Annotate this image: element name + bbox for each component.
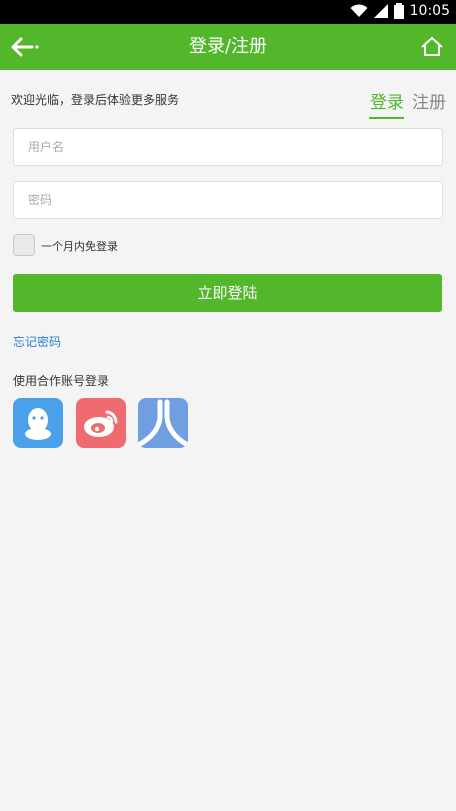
remember-label: 一个月内免登录 [41, 240, 118, 253]
page-title: 登录/注册 [188, 36, 268, 57]
renren-login-button[interactable] [138, 398, 188, 448]
battery-icon [393, 3, 404, 19]
weibo-login-button[interactable] [76, 398, 126, 448]
status-right: 10:05 [350, 3, 450, 19]
status-bar: 10:05 [0, 0, 456, 24]
home-icon[interactable] [420, 35, 444, 59]
tab-login[interactable]: 登录 [370, 88, 404, 113]
app-bar: 登录/注册 [0, 24, 456, 70]
qq-login-button[interactable] [13, 398, 63, 448]
status-time: 10:05 [409, 3, 450, 19]
renren-icon [138, 399, 188, 447]
qq-icon [25, 408, 51, 440]
username-input[interactable]: 用户名 [13, 128, 443, 166]
signal-icon [373, 4, 388, 18]
active-tab-indicator [369, 117, 404, 119]
weibo-icon [84, 410, 118, 437]
password-input[interactable]: 密码 [13, 181, 443, 219]
welcome-text: 欢迎光临，登录后体验更多服务 [11, 93, 180, 107]
login-button[interactable]: 立即登陆 [13, 274, 442, 312]
forgot-password-link[interactable]: 忘记密码 [13, 333, 61, 350]
wifi-icon [350, 4, 368, 18]
remember-checkbox[interactable] [13, 234, 35, 256]
partner-login-label: 使用合作账号登录 [13, 374, 110, 388]
tab-register[interactable]: 注册 [412, 88, 446, 113]
